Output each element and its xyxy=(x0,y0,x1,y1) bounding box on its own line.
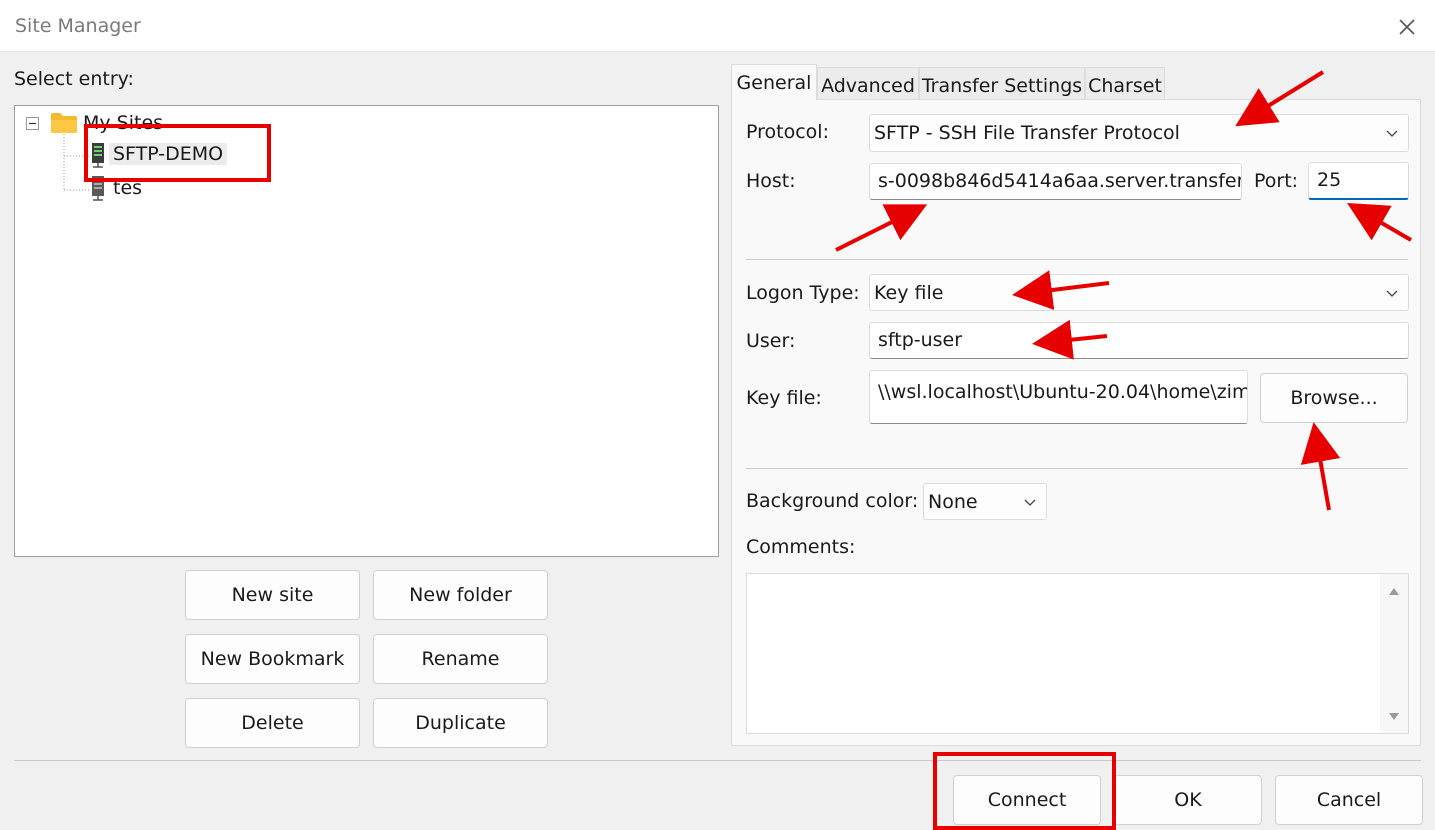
new-folder-button[interactable]: New folder xyxy=(373,570,548,620)
scroll-down-icon[interactable] xyxy=(1389,713,1399,721)
chevron-down-icon xyxy=(1024,499,1036,506)
port-label: Port: xyxy=(1254,170,1299,192)
comments-scrollbar[interactable] xyxy=(1380,574,1408,733)
protocol-select[interactable]: SFTP - SSH File Transfer Protocol xyxy=(869,114,1409,152)
comments-textarea[interactable] xyxy=(746,573,1409,734)
duplicate-button[interactable]: Duplicate xyxy=(373,698,548,748)
new-site-button[interactable]: New site xyxy=(185,570,360,620)
new-bookmark-button[interactable]: New Bookmark xyxy=(185,634,360,684)
close-button[interactable] xyxy=(1390,10,1424,44)
tab-advanced[interactable]: Advanced xyxy=(817,67,919,99)
divider xyxy=(746,468,1408,469)
host-label: Host: xyxy=(746,170,796,192)
tree-item-tes[interactable]: tes xyxy=(113,177,142,199)
user-input[interactable]: sftp-user xyxy=(869,322,1409,359)
server-icon xyxy=(90,175,108,203)
background-color-select[interactable]: None xyxy=(923,483,1047,520)
comments-label: Comments: xyxy=(746,536,856,558)
cancel-button[interactable]: Cancel xyxy=(1275,775,1423,825)
title-bar: Site Manager xyxy=(0,0,1435,52)
delete-button[interactable]: Delete xyxy=(185,698,360,748)
logon-type-label: Logon Type: xyxy=(746,282,860,304)
background-color-label: Background color: xyxy=(746,490,919,512)
logon-type-select[interactable]: Key file xyxy=(869,274,1409,311)
connect-button[interactable]: Connect xyxy=(953,775,1101,825)
select-entry-label: Select entry: xyxy=(14,68,134,90)
window-title: Site Manager xyxy=(15,15,141,37)
scroll-up-icon[interactable] xyxy=(1389,587,1399,595)
folder-icon xyxy=(51,113,77,133)
tab-charset[interactable]: Charset xyxy=(1085,67,1165,99)
divider xyxy=(746,259,1408,260)
background-color-value: None xyxy=(928,491,978,513)
tree-item-sftp-demo[interactable]: SFTP-DEMO xyxy=(109,143,228,165)
chevron-down-icon xyxy=(1386,290,1398,297)
close-icon xyxy=(1399,19,1415,35)
site-tree[interactable]: My Sites SFTP-DEMO tes xyxy=(14,105,719,557)
protocol-label: Protocol: xyxy=(746,121,829,143)
ok-button[interactable]: OK xyxy=(1114,775,1262,825)
tree-item-my-sites[interactable]: My Sites xyxy=(83,112,163,134)
protocol-value: SFTP - SSH File Transfer Protocol xyxy=(874,122,1180,144)
tab-transfer-settings[interactable]: Transfer Settings xyxy=(919,67,1085,99)
port-input[interactable]: 25 xyxy=(1308,162,1409,200)
rename-button[interactable]: Rename xyxy=(373,634,548,684)
logon-type-value: Key file xyxy=(874,282,944,304)
tab-general[interactable]: General xyxy=(731,64,817,100)
server-icon xyxy=(90,142,108,170)
footer-divider xyxy=(14,760,1421,761)
user-label: User: xyxy=(746,330,796,352)
key-file-input[interactable]: \\wsl.localhost\Ubuntu-20.04\home\zim xyxy=(869,370,1248,424)
tree-collapse-icon[interactable] xyxy=(26,117,40,131)
chevron-down-icon xyxy=(1386,130,1398,137)
browse-button[interactable]: Browse... xyxy=(1260,373,1408,423)
host-input[interactable]: s-0098b846d5414a6aa.server.transfer.us xyxy=(869,163,1242,200)
key-file-label: Key file: xyxy=(746,387,822,409)
